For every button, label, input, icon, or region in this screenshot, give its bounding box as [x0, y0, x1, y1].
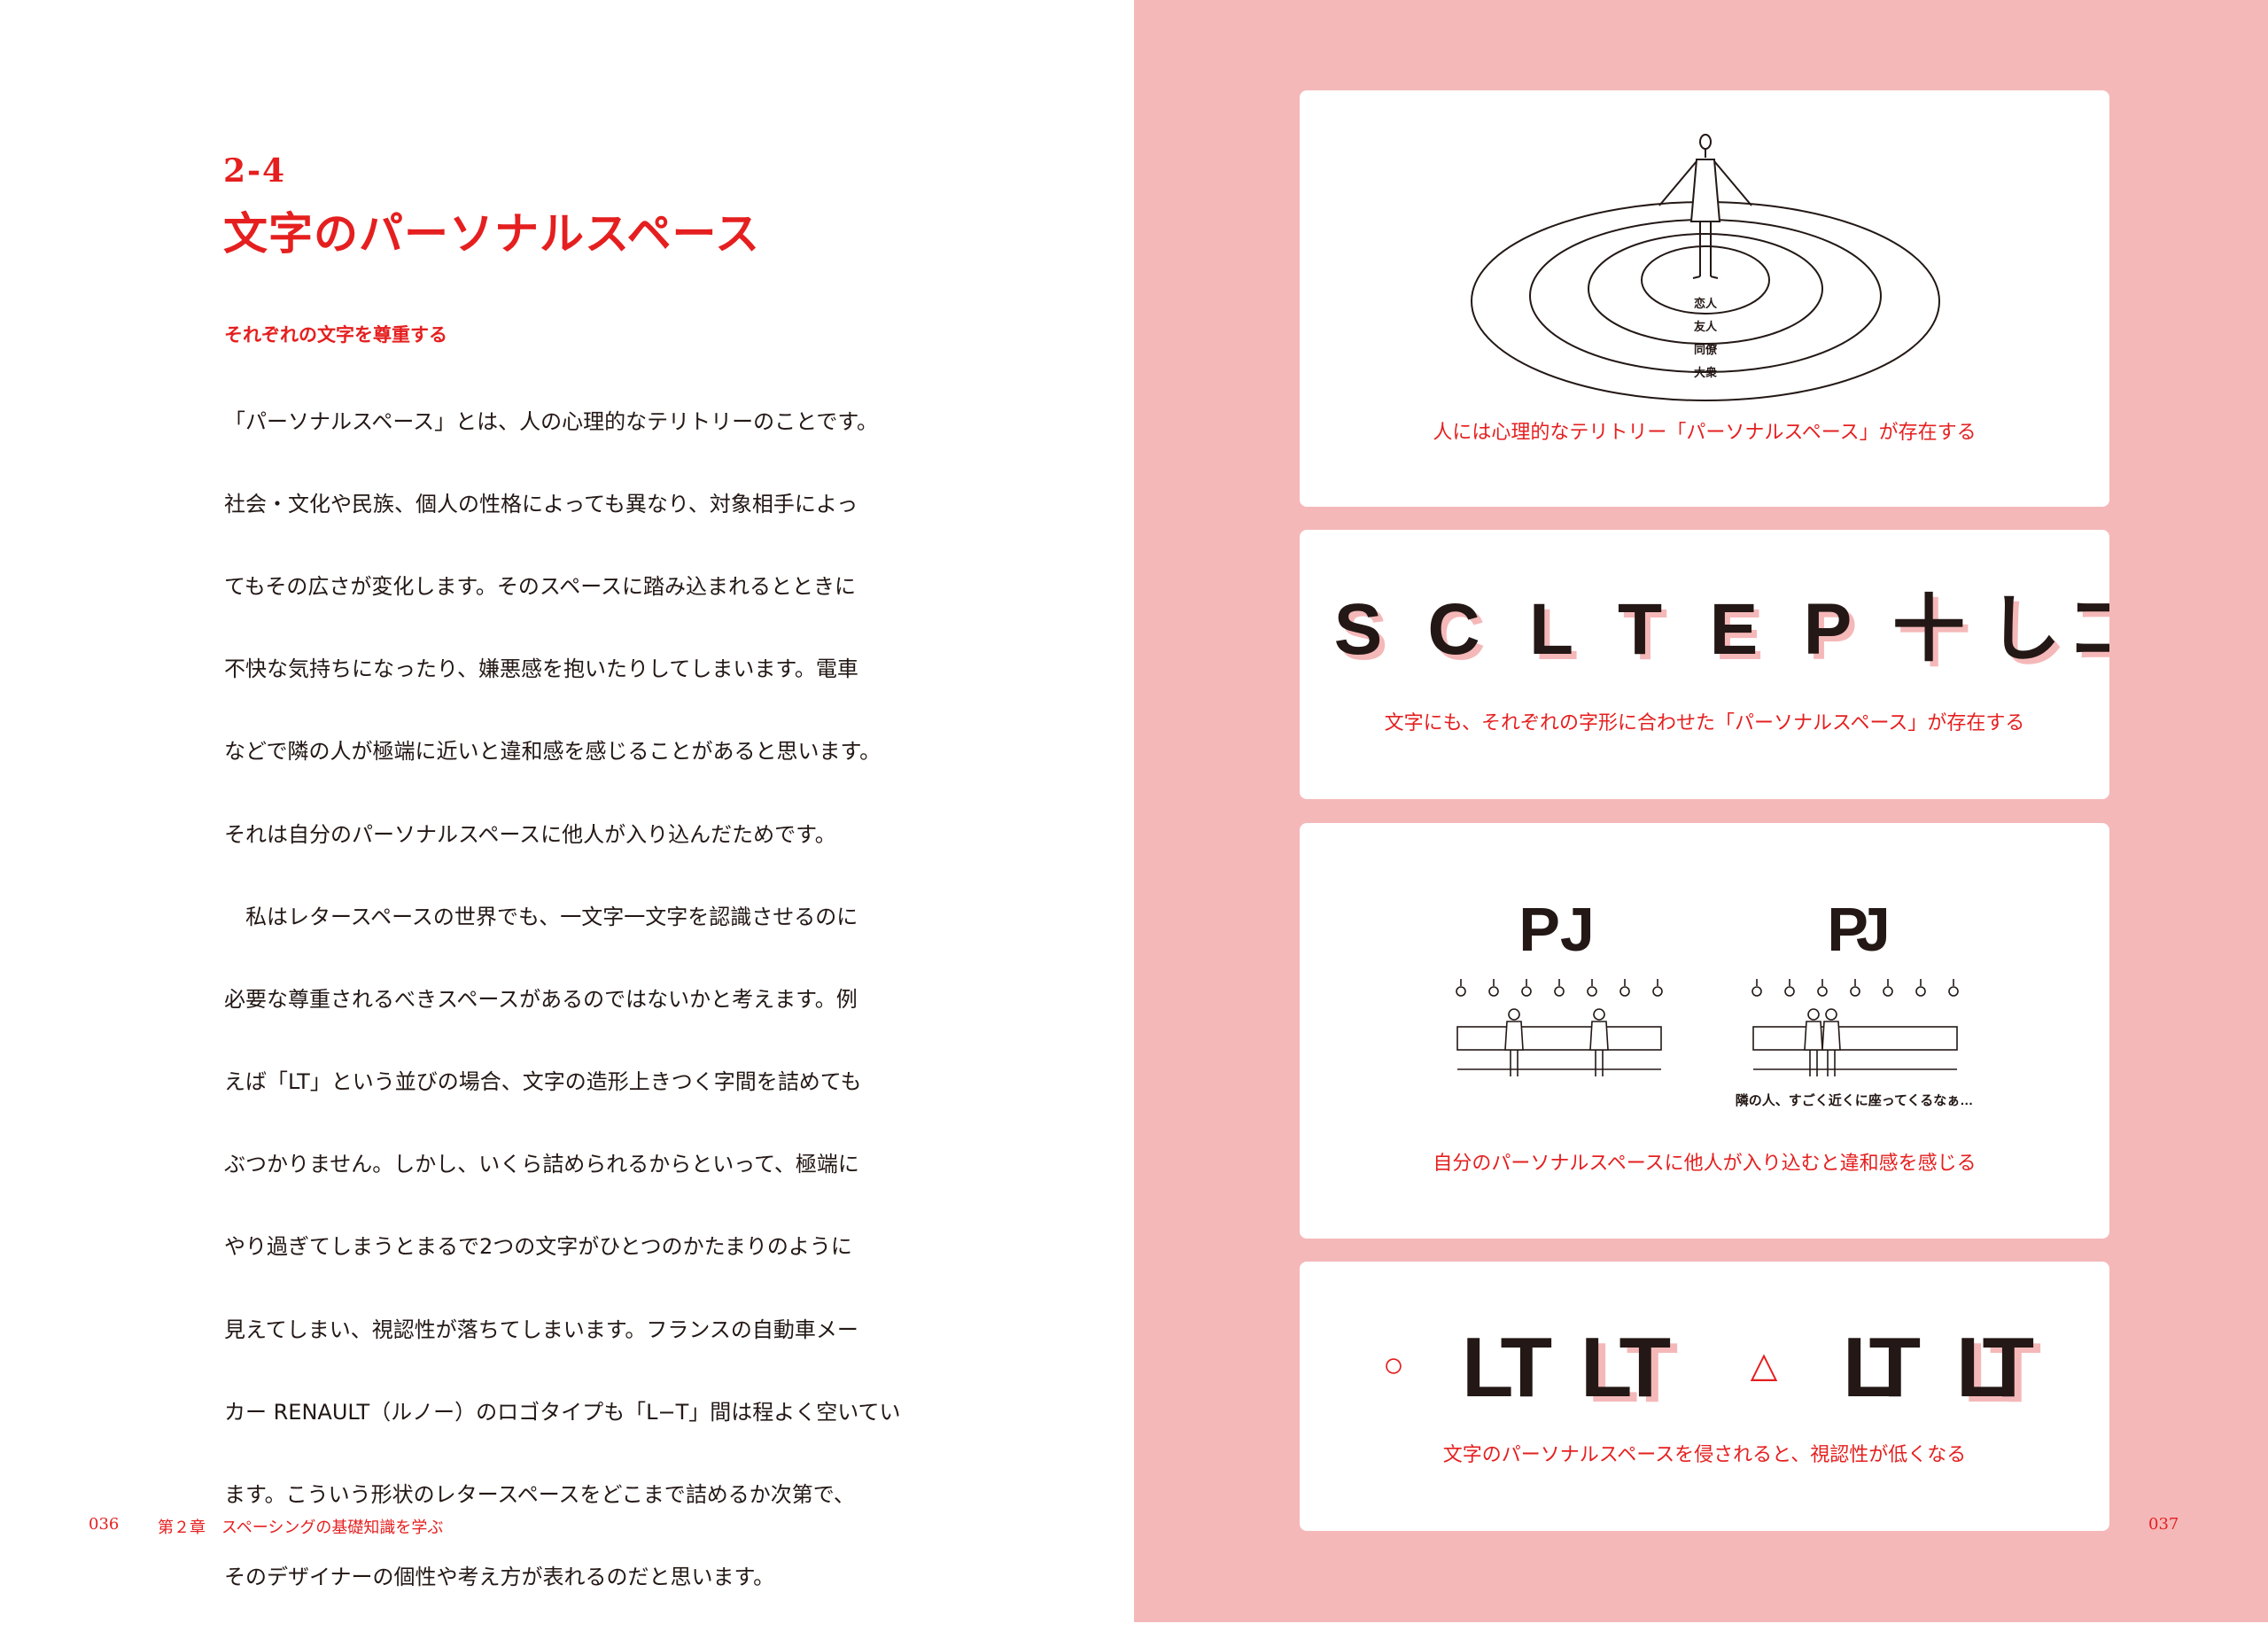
glyph-ju: 十: [1892, 589, 1965, 670]
body-text: 「パーソナルスペース」とは、人の心理的なテリトリーのことです。 社会・文化や民族…: [224, 360, 933, 1639]
caption-panel1: 人には心理的なテリトリー「パーソナルスペース」が存在する: [1433, 422, 1977, 444]
body-line: 不快な気持ちになったり、嫌悪感を抱いたりしてしまいます。電車: [224, 656, 858, 682]
pair-pj-normal: PJ: [1518, 895, 1595, 964]
glyph-c: C: [1427, 589, 1480, 670]
panel-glyph-spaces: SCL TEP 十 し コ S C L T E P 十 し コ 文字にも、それぞ…: [1300, 530, 2109, 799]
train-left: [1456, 979, 1663, 1076]
section-title: 文字のパーソナルスペース: [223, 208, 760, 260]
panel-lt-comparison: ○ △ LT LT LT LT LT LT 文字のパーソナルスペースを侵されると…: [1300, 1262, 2109, 1531]
glyph-s: S: [1334, 589, 1383, 670]
body-line: 社会・文化や民族、個人の性格によっても異なり、対象相手によっ: [224, 491, 858, 517]
body-line: そのデザイナーの個性や考え方が表れるのだと思います。: [224, 1565, 775, 1590]
label-friend: 友人: [1694, 320, 1718, 333]
body-line: 見えてしまい、視認性が落ちてしまいます。フランスの自動車メー: [224, 1317, 858, 1342]
lt-illustration: ○ △ LT LT LT LT LT LT: [1383, 1320, 2061, 1420]
glyph-t: T: [1618, 589, 1662, 670]
lt-tight-b: LT: [1956, 1320, 2034, 1415]
body-line: 私はレタースペースの世界でも、一文字一文字を認識させるのに: [224, 904, 858, 929]
section-number: 2-4: [223, 152, 287, 190]
train-right: [1751, 979, 1959, 1076]
glyph-space-illustration: SCL TEP 十 し コ S C L T E P 十 し コ: [1334, 589, 2109, 675]
glyph-shi: し: [1988, 589, 2061, 670]
body-line: 「パーソナルスペース」とは、人の心理的なテリトリーのことです。: [224, 408, 878, 434]
glyph-p: P: [1804, 589, 1852, 670]
left-page: 2-4 文字のパーソナルスペース それぞれの文字を尊重する 「パーソナルスペース…: [0, 0, 1134, 1622]
glyph-e: E: [1710, 589, 1759, 670]
folio-left: 036: [89, 1515, 120, 1534]
label-lover: 恋人: [1694, 297, 1718, 310]
body-line: 必要な尊重されるべきスペースがあるのではないかと考えます。例: [224, 986, 858, 1012]
train-illustration: PJ PJ 隣の人、すごく近くに座ってくるなぁ…: [1456, 895, 1974, 1108]
body-line: ぶつかりません。しかし、いくら詰められるからといって、極端に: [224, 1152, 859, 1177]
pair-pj-tight: PJ: [1827, 895, 1887, 964]
label-public: 大衆: [1694, 366, 1717, 379]
body-line: カー RENAULT（ルノー）のロゴタイプも「L−T」間は程よく空いてい: [224, 1399, 901, 1425]
speech-text: 隣の人、すごく近くに座ってくるなぁ…: [1736, 1092, 1974, 1108]
caption-panel2: 文字にも、それぞれの字形に合わせた「パーソナルスペース」が存在する: [1384, 712, 2025, 734]
body-line: てもその広さが変化します。そのスペースに踏み込まれるとときに: [224, 573, 857, 599]
mark-fair: △: [1751, 1346, 1778, 1385]
panel-personal-space: 恋人 友人 同僚 大衆 人には心理的なテリトリー「パーソナルスペース」が存在する: [1300, 90, 2109, 507]
person-icon: [1658, 134, 1752, 279]
caption-panel3: 自分のパーソナルスペースに他人が入り込むと違和感を感じる: [1433, 1153, 1977, 1175]
lt-normal-a: LT: [1462, 1320, 1552, 1415]
caption-panel4: 文字のパーソナルスペースを侵されると、視認性が低くなる: [1442, 1444, 1967, 1466]
glyph-l: L: [1529, 589, 1573, 670]
body-line: やり過ぎてしまうとまるで2つの文字がひとつのかたまりのように: [224, 1234, 852, 1260]
body-line: などで隣の人が極端に近いと違和感を感じることがあると思います。: [224, 739, 882, 765]
lt-tight-a: LT: [1843, 1320, 1921, 1415]
chapter-footer: 第２章 スペーシングの基礎知識を学ぶ: [158, 1519, 444, 1537]
panel-train-analogy: PJ PJ 隣の人、すごく近くに座ってくるなぁ… 自分のパーソナルスペースに他人…: [1300, 823, 2109, 1239]
folio-right: 037: [2148, 1515, 2179, 1534]
subheading: それぞれの文字を尊重する: [224, 324, 447, 346]
label-colleague: 同僚: [1694, 343, 1718, 356]
glyph-ko: コ: [2066, 589, 2109, 670]
body-line: えば「LT」という並びの場合、文字の造形上きつく字間を詰めても: [224, 1069, 862, 1095]
mark-good: ○: [1383, 1346, 1404, 1385]
body-line: ます。こういう形状のレタースペースをどこまで詰めるか次第で、: [224, 1482, 855, 1508]
body-line: それは自分のパーソナルスペースに他人が入り込んだためです。: [224, 821, 836, 847]
lt-normal-b: LT: [1581, 1320, 1671, 1415]
